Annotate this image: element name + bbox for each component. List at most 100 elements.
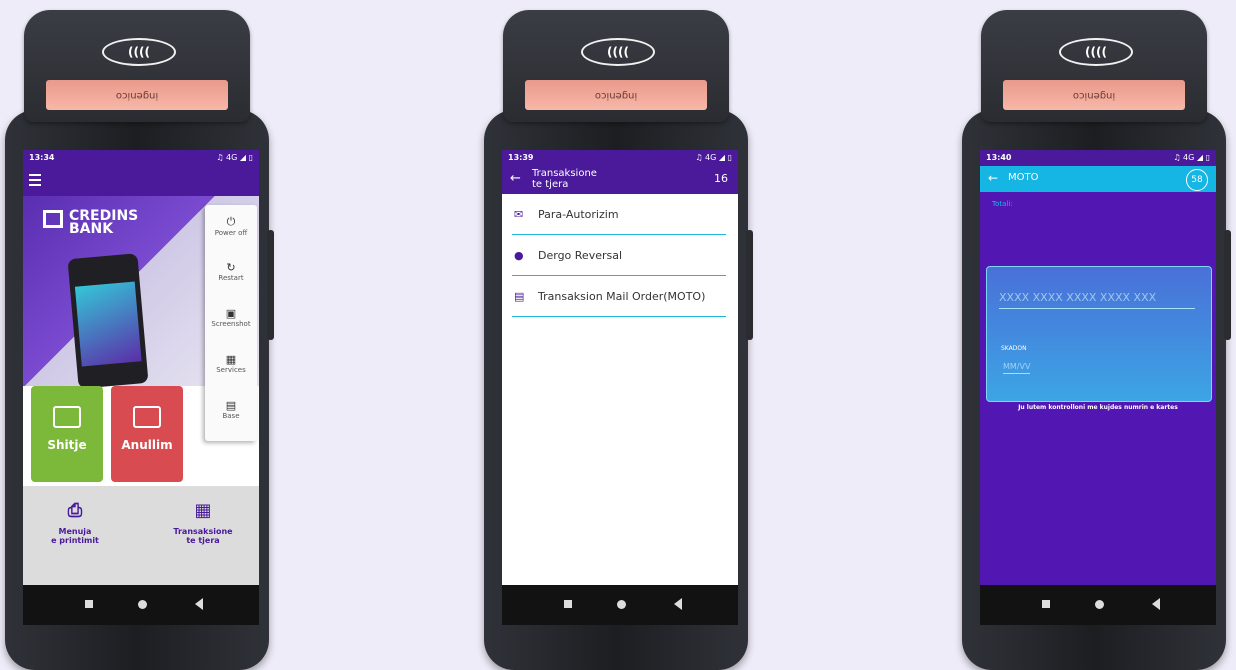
back-arrow-icon[interactable]: ← — [510, 171, 521, 186]
moto-form: Totali: XXXX XXXX XXXX XXXX XXX SKADON M… — [980, 192, 1216, 585]
home-icon[interactable] — [138, 600, 147, 609]
list-item-send-reversal[interactable]: ● Dergo Reversal — [512, 235, 726, 276]
printer-slot: ingenico — [525, 80, 707, 110]
base-label: Base — [222, 412, 240, 420]
status-bar: 13:39 ♫ 4G ◢ ▯ — [502, 150, 738, 166]
printer-slot: ingenico — [46, 80, 228, 110]
hamburger-menu-icon[interactable] — [29, 174, 41, 186]
back-icon[interactable] — [1152, 598, 1160, 610]
restart-item[interactable]: ↻ Restart — [205, 251, 257, 297]
grid-icon: ▦ — [194, 500, 212, 521]
void-tile[interactable]: Anullim — [111, 386, 183, 482]
page-title: MOTO — [1008, 172, 1039, 183]
back-arrow-icon[interactable]: ← — [988, 171, 998, 185]
power-off-item[interactable]: ⏻ Power off — [205, 205, 257, 251]
other-tx-label-2: te tjera — [186, 536, 220, 545]
status-bar: 13:34 ♫ 4G ◢ ▯ — [23, 150, 259, 166]
status-icons: ♫ 4G ◢ ▯ — [216, 153, 253, 162]
void-label: Anullim — [121, 438, 173, 452]
app-bar: ← Transaksione te tjera 16 — [502, 166, 738, 194]
document-icon: ▤ — [514, 290, 525, 303]
screenshot-label: Screenshot — [211, 320, 251, 328]
recents-icon[interactable] — [564, 600, 572, 608]
payment-terminal-3: (((( ingenico 13:40 ♫ 4G ◢ ▯ ← MOTO 58 T… — [962, 10, 1231, 670]
bank-logo: CREDINS BANK — [43, 209, 138, 237]
recents-icon[interactable] — [1042, 600, 1050, 608]
card-off-icon — [133, 406, 161, 428]
status-icons: ♫ 4G ◢ ▯ — [695, 153, 732, 162]
power-off-label: Power off — [214, 229, 248, 237]
services-icon: ▦ — [225, 353, 237, 366]
list-item-moto[interactable]: ▤ Transaksion Mail Order(MOTO) — [512, 276, 726, 317]
card-number-input[interactable]: XXXX XXXX XXXX XXXX XXX — [999, 291, 1195, 309]
restart-icon: ↻ — [226, 261, 236, 274]
title-line-2: te tjera — [532, 179, 569, 190]
card-entry-panel: XXXX XXXX XXXX XXXX XXX SKADON MM/VV — [986, 266, 1212, 402]
nfc-logo-icon: (((( — [102, 38, 176, 66]
status-icons: ♫ 4G ◢ ▯ — [1173, 153, 1210, 162]
screen-home: 13:34 ♫ 4G ◢ ▯ CREDINS BANK Shitje Anulli… — [23, 150, 259, 625]
countdown-timer: 58 — [1186, 169, 1208, 191]
side-button — [267, 230, 274, 340]
sale-label: Shitje — [47, 438, 87, 452]
device-illustration — [67, 253, 149, 389]
other-tx-label-1: Transaksione — [173, 527, 233, 536]
list-item-label: Dergo Reversal — [538, 249, 623, 262]
terminal-top: (((( ingenico — [981, 10, 1207, 122]
status-time: 13:40 — [986, 153, 1012, 162]
card-icon — [53, 406, 81, 428]
print-menu-button[interactable]: ⎙ Menuja e printimit — [35, 500, 115, 545]
nfc-logo-icon: (((( — [581, 38, 655, 66]
payment-terminal-1: (((( ingenico 13:34 ♫ 4G ◢ ▯ CREDINS BANK… — [5, 10, 274, 670]
status-time: 13:34 — [29, 153, 55, 162]
base-item[interactable]: ▤ Base — [205, 389, 257, 435]
reversal-icon: ● — [514, 249, 524, 262]
list-item-label: Transaksion Mail Order(MOTO) — [538, 290, 706, 303]
back-icon[interactable] — [195, 598, 203, 610]
app-bar — [23, 166, 259, 196]
restart-label: Restart — [218, 274, 244, 282]
other-transactions-button[interactable]: ▦ Transaksione te tjera — [163, 500, 243, 545]
screen-moto: 13:40 ♫ 4G ◢ ▯ ← MOTO 58 Totali: XXXX XX… — [980, 150, 1216, 625]
base-icon: ▤ — [225, 399, 237, 412]
power-menu: ⏻ Power off ↻ Restart ▣ Screenshot ▦ Service… — [205, 205, 257, 441]
page-title: Transaksione te tjera — [532, 168, 597, 190]
back-icon[interactable] — [674, 598, 682, 610]
status-bar: 13:40 ♫ 4G ◢ ▯ — [980, 150, 1216, 166]
expiry-input[interactable]: MM/VV — [1003, 362, 1031, 374]
app-bar: ← MOTO 58 — [980, 166, 1216, 192]
side-button — [746, 230, 753, 340]
home-icon[interactable] — [1095, 600, 1104, 609]
print-menu-label-2: e printimit — [51, 536, 99, 545]
terminal-top: (((( ingenico — [24, 10, 250, 122]
terminal-top: (((( ingenico — [503, 10, 729, 122]
recents-icon[interactable] — [85, 600, 93, 608]
list-item-label: Para-Autorizim — [538, 208, 619, 221]
payment-terminal-2: (((( ingenico 13:39 ♫ 4G ◢ ▯ ← Transaksi… — [484, 10, 753, 670]
android-nav-bar — [23, 585, 259, 625]
screenshot-icon: ▣ — [225, 307, 237, 320]
bottom-actions: ⎙ Menuja e printimit ▦ Transaksione te t… — [23, 486, 259, 586]
android-nav-bar — [980, 585, 1216, 625]
title-line-1: Transaksione — [532, 168, 597, 179]
status-time: 13:39 — [508, 153, 534, 162]
screen-other-transactions: 13:39 ♫ 4G ◢ ▯ ← Transaksione te tjera 16… — [502, 150, 738, 625]
print-menu-label-1: Menuja — [58, 527, 92, 536]
nfc-logo-icon: (((( — [1059, 38, 1133, 66]
services-item[interactable]: ▦ Services — [205, 343, 257, 389]
side-button — [1224, 230, 1231, 340]
printer-slot: ingenico — [1003, 80, 1185, 110]
card-check-note: Ju lutem kontrolloni me kujdes numrin e … — [1018, 404, 1178, 411]
envelope-icon: ✉ — [514, 208, 524, 221]
services-label: Services — [216, 366, 246, 374]
bank-logo-icon — [43, 210, 63, 228]
home-icon[interactable] — [617, 600, 626, 609]
bank-name-line2: BANK — [69, 221, 114, 237]
list-item-pre-authorization[interactable]: ✉ Para-Autorizim — [512, 194, 726, 235]
total-label: Totali: — [992, 200, 1013, 208]
printer-icon: ⎙ — [67, 500, 83, 521]
sale-tile[interactable]: Shitje — [31, 386, 103, 482]
expiry-label: SKADON — [1001, 345, 1027, 352]
power-icon: ⏻ — [226, 215, 236, 228]
screenshot-item[interactable]: ▣ Screenshot — [205, 297, 257, 343]
